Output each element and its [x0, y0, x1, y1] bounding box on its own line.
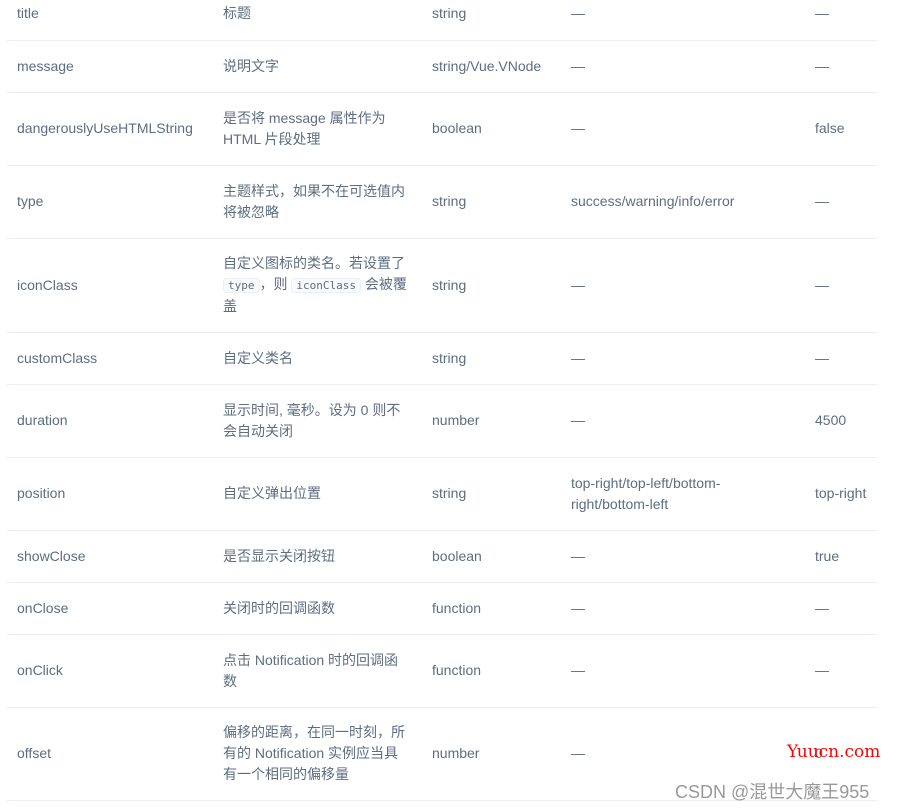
table-row: title 标题 string — — [7, 0, 877, 41]
cell-default: true [805, 530, 877, 583]
cell-accepted-values: — [561, 384, 805, 458]
cell-accepted-values: — [561, 582, 805, 635]
cell-type: string [422, 457, 561, 531]
cell-param: title [7, 0, 213, 41]
cell-description: 自定义图标的类名。若设置了 type ，则 iconClass 会被覆盖 [213, 238, 422, 333]
cell-default: — [805, 582, 877, 635]
cell-param: duration [7, 384, 213, 458]
attributes-table: title 标题 string — — message 说明文字 string/Vue.VNo… [7, 0, 877, 801]
cell-default: top-right [805, 457, 877, 531]
cell-accepted-values: success/warning/info/error [561, 165, 805, 239]
cell-type: string [422, 165, 561, 239]
cell-type: function [422, 582, 561, 635]
table-row: iconClass 自定义图标的类名。若设置了 type ，则 iconClass … [7, 238, 877, 333]
cell-default: — [805, 165, 877, 239]
cell-accepted-values: — [561, 92, 805, 166]
cell-param: onClick [7, 634, 213, 708]
cell-accepted-values: top-right/top-left/bottom-right/bottom-l… [561, 457, 805, 531]
cell-accepted-values: — [561, 634, 805, 708]
cell-default: 4500 [805, 384, 877, 458]
cell-accepted-values: — [561, 0, 805, 41]
cell-description: 是否显示关闭按钮 [213, 530, 422, 583]
cell-description: 关闭时的回调函数 [213, 582, 422, 635]
cell-description: 点击 Notification 时的回调函数 [213, 634, 422, 708]
cell-accepted-values: — [561, 40, 805, 93]
cell-param: message [7, 40, 213, 93]
cell-param: position [7, 457, 213, 531]
cell-accepted-values: — [561, 238, 805, 333]
cell-description: 偏移的距离，在同一时刻，所有的 Notification 实例应当具有一个相同的… [213, 707, 422, 801]
cell-description: 自定义类名 [213, 332, 422, 385]
table-row: showClose 是否显示关闭按钮 boolean — true [7, 530, 877, 583]
table-row: position 自定义弹出位置 string top-right/top-left/… [7, 457, 877, 531]
cell-param: type [7, 165, 213, 239]
table-row: message 说明文字 string/Vue.VNode — — [7, 40, 877, 93]
cell-default: — [805, 40, 877, 93]
text: ，则 [259, 276, 292, 292]
cell-type: boolean [422, 530, 561, 583]
table-row: type 主题样式，如果不在可选值内将被忽略 string success/warni… [7, 165, 877, 239]
cell-param: iconClass [7, 238, 213, 333]
cell-type: string/Vue.VNode [422, 40, 561, 93]
cell-default: — [805, 0, 877, 41]
table-row: onClose 关闭时的回调函数 function — — [7, 582, 877, 635]
cell-default: — [805, 238, 877, 333]
inline-code: iconClass [291, 278, 361, 293]
cell-type: number [422, 707, 561, 801]
cell-description: 自定义弹出位置 [213, 457, 422, 531]
cell-description: 是否将 message 属性作为 HTML 片段处理 [213, 92, 422, 166]
cell-accepted-values: — [561, 530, 805, 583]
text: 自定义图标的类名。若设置了 [223, 255, 405, 271]
cell-description: 说明文字 [213, 40, 422, 93]
cell-default: — [805, 332, 877, 385]
cell-accepted-values: — [561, 332, 805, 385]
table-row: onClick 点击 Notification 时的回调函数 function — — [7, 634, 877, 708]
cell-param: dangerouslyUseHTMLString [7, 92, 213, 166]
cell-description: 显示时间, 毫秒。设为 0 则不会自动关闭 [213, 384, 422, 458]
table-row: dangerouslyUseHTMLString 是否将 message 属性作为… [7, 92, 877, 166]
inline-code: type [223, 278, 260, 293]
watermark-csdn: CSDN @混世大魔王955 [675, 782, 870, 802]
cell-type: boolean [422, 92, 561, 166]
cell-param: offset [7, 707, 213, 801]
cell-description: 主题样式，如果不在可选值内将被忽略 [213, 165, 422, 239]
cell-param: customClass [7, 332, 213, 385]
cell-param: showClose [7, 530, 213, 583]
cell-type: function [422, 634, 561, 708]
cell-type: string [422, 238, 561, 333]
cell-default: — [805, 634, 877, 708]
watermark-site: Yuucn.com [787, 742, 881, 762]
table-row: customClass 自定义类名 string — — [7, 332, 877, 385]
cell-param: onClose [7, 582, 213, 635]
table-row: duration 显示时间, 毫秒。设为 0 则不会自动关闭 number —4500 [7, 384, 877, 458]
cell-type: number [422, 384, 561, 458]
cell-type: string [422, 332, 561, 385]
cell-default: false [805, 92, 877, 166]
cell-type: string [422, 0, 561, 41]
cell-description: 标题 [213, 0, 422, 41]
